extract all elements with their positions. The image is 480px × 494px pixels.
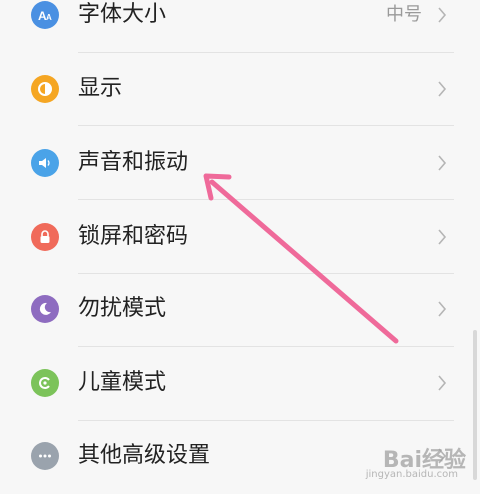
annotation-arrow — [203, 173, 399, 344]
watermark-subtext: jingyan.baidu.com — [365, 469, 458, 480]
watermark-logo: Bai经验 jingyan.baidu.com — [366, 442, 466, 480]
